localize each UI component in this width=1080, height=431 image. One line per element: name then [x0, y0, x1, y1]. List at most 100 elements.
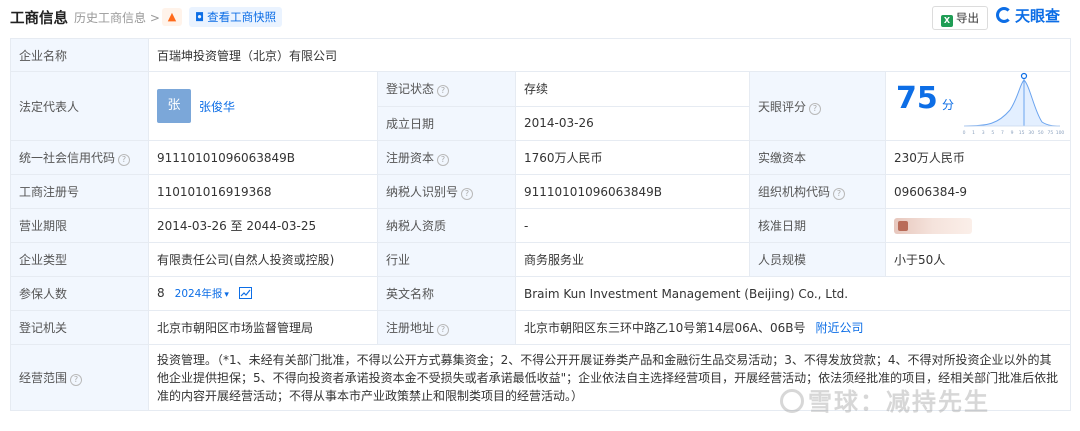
score-tick-label: 15: [1019, 130, 1025, 136]
score-cell[interactable]: 75 分 0 1 3 5 7 9 15 30 50 75 100: [884, 71, 1072, 141]
table-row: 营业期限 2014-03-26 至 2044-03-25 纳税人资质 - 核准日…: [10, 208, 1072, 243]
history-info-link[interactable]: 历史工商信息 >: [74, 9, 160, 26]
score-tick-label: 9: [1011, 130, 1014, 136]
industry-value: 商务服务业: [515, 242, 750, 277]
org-code-label-cell: 组织机构代码?: [749, 174, 886, 209]
trend-line-graphic: [240, 289, 251, 297]
help-icon[interactable]: ?: [809, 102, 822, 115]
nearby-companies-link[interactable]: 附近公司: [816, 321, 864, 335]
redacted-mark: [898, 220, 908, 231]
legal-rep-name-link[interactable]: 张俊华: [199, 100, 235, 114]
help-icon[interactable]: ?: [833, 188, 846, 200]
taxpayer-id-value: 91110101096063849B: [515, 174, 750, 209]
legal-rep-cell: 张张俊华: [148, 71, 378, 141]
score-unit: 分: [942, 98, 955, 112]
score-tick-label: 7: [1001, 130, 1004, 136]
view-snapshot-button[interactable]: ◘ 查看工商快照: [189, 7, 283, 27]
reg-no-value: 110101016919368: [148, 174, 378, 209]
authority-value: 北京市朝阳区市场监督管理局: [148, 310, 378, 345]
avatar[interactable]: 张: [157, 89, 191, 123]
reg-capital-label: 注册资本: [386, 151, 435, 165]
table-row: 登记机关 北京市朝阳区市场监督管理局 注册地址? 北京市朝阳区东三环中路乙10号…: [10, 310, 1072, 345]
watermark-text: 雪球：减持先生: [808, 388, 990, 416]
camera-icon: ◘: [195, 10, 205, 24]
score-distribution-chart: 0 1 3 5 7 9 15 30 50 75 100: [963, 72, 1065, 136]
export-button[interactable]: X 导出: [932, 6, 988, 30]
chevron-down-icon[interactable]: ▾: [224, 290, 229, 300]
address-cell: 北京市朝阳区东三环中路乙10号第14层06A、06B号 附近公司: [514, 310, 1072, 345]
score-curve-area: [964, 80, 1060, 126]
help-icon[interactable]: ?: [437, 324, 450, 336]
annual-report-year-link[interactable]: 2024年报: [175, 288, 223, 300]
excel-icon: X: [941, 15, 953, 27]
table-row: 工商注册号 110101016919368 纳税人识别号? 9111010109…: [10, 174, 1072, 209]
paid-capital-value: 230万人民币: [884, 140, 1072, 175]
table-row: 法定代表人 张张俊华 登记状态? 存续 天眼评分? 75 分 0 1 3 5 7 9 15 3…: [10, 71, 1072, 141]
score-tick-label: 1: [972, 130, 975, 136]
company-type-value: 有限责任公司(自然人投资或控股): [148, 242, 378, 277]
reg-capital-label-cell: 注册资本?: [377, 140, 516, 175]
insured-value: 8: [157, 286, 165, 300]
help-icon[interactable]: ?: [437, 85, 450, 98]
brand-logo: 天眼查: [996, 5, 1060, 26]
table-row: 企业名称 百瑞坤投资管理（北京）有限公司: [10, 38, 1072, 72]
help-icon[interactable]: ?: [118, 154, 131, 166]
insured-cell: 8 2024年报 ▾: [148, 276, 378, 311]
watermark: 雪球：减持先生: [780, 382, 990, 417]
address-label: 注册地址: [386, 321, 435, 335]
credit-code-label-cell: 统一社会信用代码?: [10, 140, 149, 175]
snowball-icon: [780, 389, 804, 413]
founded-value: 2014-03-26: [515, 105, 750, 141]
score-widget: 75 分 0 1 3 5 7 9 15 30 50 75 100: [890, 72, 1066, 140]
term-label: 营业期限: [10, 208, 149, 243]
view-snapshot-label: 查看工商快照: [207, 10, 277, 24]
score-tick-label: 75: [1048, 130, 1054, 136]
taxpayer-qual-value: -: [515, 208, 750, 243]
scope-label-cell: 经营范围?: [10, 344, 149, 411]
brand-name: 天眼查: [1015, 7, 1061, 25]
taxpayer-id-label: 纳税人识别号: [386, 185, 459, 199]
table-row: 统一社会信用代码? 91110101096063849B 注册资本? 1760万…: [10, 140, 1072, 175]
score-tick-label: 100: [1056, 130, 1065, 136]
insured-label: 参保人数: [10, 276, 149, 311]
score-tick-label: 30: [1028, 130, 1034, 136]
export-label: 导出: [956, 11, 979, 25]
trend-chart-icon[interactable]: [238, 287, 252, 299]
fire-icon[interactable]: ▲: [162, 8, 182, 26]
industry-label: 行业: [377, 242, 516, 277]
company-name-value: 百瑞坤投资管理（北京）有限公司: [147, 38, 1072, 72]
help-icon[interactable]: ?: [437, 154, 450, 166]
table-row: 企业类型 有限责任公司(自然人投资或控股) 行业 商务服务业 人员规模 小于50…: [10, 242, 1072, 277]
address-value: 北京市朝阳区东三环中路乙10号第14层06A、06B号: [524, 321, 806, 335]
table-row: 参保人数 8 2024年报 ▾ 英文名称 Braim Kun Investment …: [10, 276, 1072, 311]
status-label-cell: 登记状态?: [377, 71, 516, 107]
term-value: 2014-03-26 至 2044-03-25: [148, 208, 378, 243]
score-tick-label: 50: [1038, 130, 1044, 136]
approval-date-label: 核准日期: [749, 208, 886, 243]
reg-capital-value: 1760万人民币: [515, 140, 750, 175]
help-icon[interactable]: ?: [70, 374, 83, 386]
credit-code-value: 91110101096063849B: [148, 140, 378, 175]
business-info-table: 企业名称 百瑞坤投资管理（北京）有限公司 法定代表人 张张俊华 登记状态? 存续…: [10, 38, 1072, 411]
brand-mark-icon: [996, 7, 1012, 23]
redacted-value: [894, 217, 972, 234]
status-label: 登记状态: [386, 82, 435, 97]
org-code-value: 09606384-9: [884, 174, 1072, 209]
approval-date-value: [884, 208, 1072, 243]
paid-capital-label: 实缴资本: [749, 140, 886, 175]
staff-size-label: 人员规模: [749, 242, 886, 277]
authority-label: 登记机关: [10, 310, 149, 345]
score-marker-dot: [1020, 72, 1028, 80]
org-code-label: 组织机构代码: [758, 185, 831, 199]
score-tick-label: 3: [982, 130, 985, 136]
scope-label: 经营范围: [19, 371, 68, 385]
company-name-label: 企业名称: [10, 38, 149, 72]
company-type-label: 企业类型: [10, 242, 149, 277]
taxpayer-id-label-cell: 纳税人识别号?: [377, 174, 516, 209]
help-icon[interactable]: ?: [461, 188, 474, 200]
credit-code-label: 统一社会信用代码: [19, 151, 116, 165]
english-name-value: Braim Kun Investment Management (Beijing…: [514, 276, 1072, 311]
score-tick-group: 0 1 3 5 7 9 15 30 50 75 100: [963, 130, 1065, 136]
score-value: 75: [896, 81, 938, 116]
section-title: 工商信息: [10, 11, 68, 27]
